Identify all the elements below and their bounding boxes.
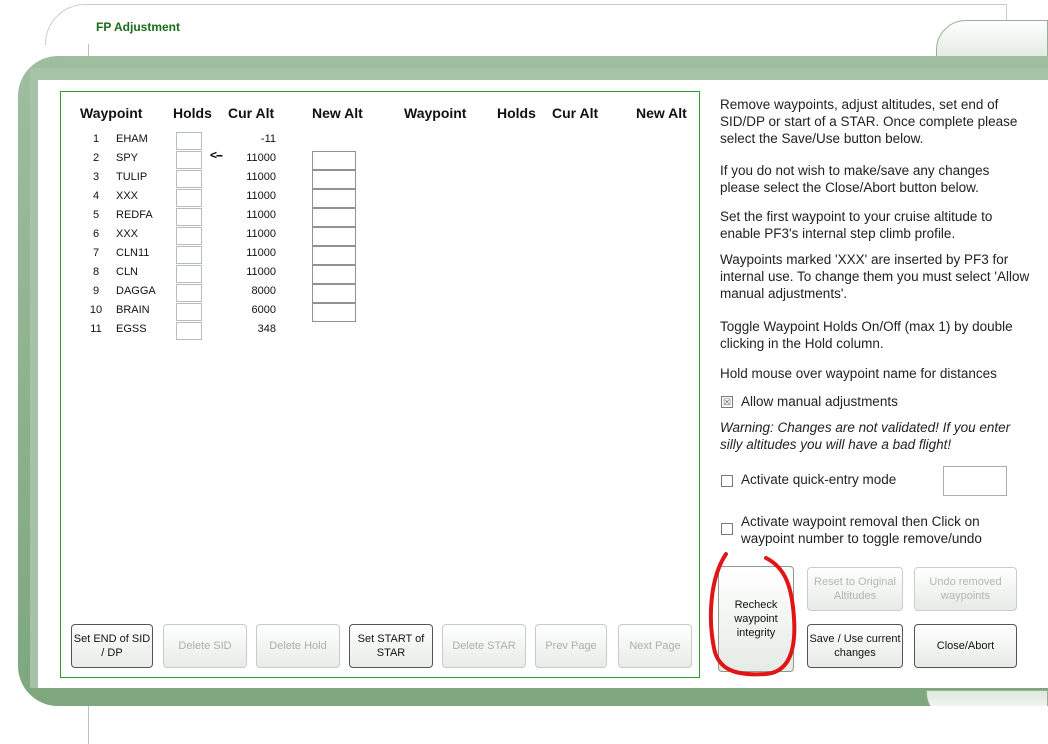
- current-altitude: 11000: [246, 171, 276, 183]
- delete-hold-button[interactable]: Delete Hold: [256, 624, 340, 668]
- reset-altitudes-button[interactable]: Reset to Original Altitudes: [807, 567, 903, 611]
- header-new-alt-2: New Alt: [636, 105, 687, 121]
- waypoint-number[interactable]: 9: [86, 285, 106, 297]
- delete-star-button[interactable]: Delete STAR: [442, 624, 526, 668]
- current-altitude: 348: [257, 323, 276, 335]
- new-altitude-input[interactable]: [312, 189, 356, 208]
- bottom-strip: [88, 706, 1048, 744]
- new-altitude-input[interactable]: [312, 246, 356, 265]
- info-text-3: Set the first waypoint to your cruise al…: [720, 209, 993, 241]
- waypoint-name[interactable]: CLN: [116, 266, 138, 278]
- title-tab: [45, 4, 1007, 45]
- info-text-6: Hold mouse over waypoint name for distan…: [720, 366, 997, 381]
- allow-manual-label[interactable]: Allow manual adjustments: [741, 393, 1021, 410]
- delete-sid-button[interactable]: Delete SID: [163, 624, 247, 668]
- header-cur-alt-2: Cur Alt: [552, 105, 599, 121]
- hold-cell[interactable]: [176, 265, 202, 283]
- current-waypoint-arrow: <--: [210, 148, 223, 162]
- current-altitude: 11000: [246, 190, 276, 202]
- new-altitude-input[interactable]: [312, 303, 356, 322]
- header-holds-2: Holds: [497, 105, 536, 121]
- waypoint-number[interactable]: 2: [86, 152, 106, 164]
- waypoint-number[interactable]: 7: [86, 247, 106, 259]
- info-text-5: Toggle Waypoint Holds On/Off (max 1) by …: [720, 319, 1013, 351]
- quick-entry-input[interactable]: [943, 466, 1007, 496]
- current-altitude: -11: [260, 133, 276, 145]
- info-text-2: If you do not wish to make/save any chan…: [720, 163, 990, 195]
- waypoint-number[interactable]: 6: [86, 228, 106, 240]
- waypoint-name[interactable]: REDFA: [116, 209, 153, 221]
- waypoint-number[interactable]: 1: [86, 133, 106, 145]
- header-cur-alt: Cur Alt: [228, 105, 275, 121]
- new-altitude-input[interactable]: [312, 208, 356, 227]
- hold-cell[interactable]: [176, 132, 202, 150]
- current-altitude: 11000: [246, 247, 276, 259]
- waypoint-number[interactable]: 11: [86, 323, 106, 335]
- current-altitude: 11000: [246, 152, 276, 164]
- current-altitude: 11000: [246, 228, 276, 240]
- hold-cell[interactable]: [176, 208, 202, 226]
- new-altitude-input[interactable]: [312, 265, 356, 284]
- waypoint-name[interactable]: EGSS: [116, 323, 147, 335]
- allow-manual-checkbox[interactable]: ☒: [721, 396, 733, 408]
- hold-cell[interactable]: [176, 170, 202, 188]
- waypoint-table: [60, 91, 700, 678]
- current-altitude: 8000: [251, 285, 276, 297]
- next-page-button[interactable]: Next Page: [618, 624, 692, 668]
- waypoint-name[interactable]: CLN11: [116, 247, 149, 259]
- new-altitude-input[interactable]: [312, 170, 356, 189]
- hold-cell[interactable]: [176, 151, 202, 169]
- waypoint-name[interactable]: BRAIN: [116, 304, 150, 316]
- hold-cell[interactable]: [176, 227, 202, 245]
- hold-cell[interactable]: [176, 322, 202, 340]
- hold-cell[interactable]: [176, 189, 202, 207]
- waypoint-name[interactable]: EHAM: [116, 133, 148, 145]
- save-use-button[interactable]: Save / Use current changes: [807, 624, 903, 668]
- hold-cell[interactable]: [176, 284, 202, 302]
- waypoint-name[interactable]: TULIP: [116, 171, 147, 183]
- waypoint-number[interactable]: 5: [86, 209, 106, 221]
- header-waypoint: Waypoint: [80, 105, 143, 121]
- hold-cell[interactable]: [176, 303, 202, 321]
- header-waypoint-2: Waypoint: [404, 105, 467, 121]
- info-text-1: Remove waypoints, adjust altitudes, set …: [720, 97, 1018, 146]
- close-abort-button[interactable]: Close/Abort: [914, 624, 1017, 668]
- current-altitude: 6000: [251, 304, 276, 316]
- waypoint-name[interactable]: XXX: [116, 228, 138, 240]
- waypoint-name[interactable]: SPY: [116, 152, 138, 164]
- red-annotation-circle: [708, 552, 797, 677]
- new-altitude-input[interactable]: [312, 284, 356, 303]
- undo-removed-button[interactable]: Undo removed waypoints: [914, 567, 1017, 611]
- waypoint-removal-label[interactable]: Activate waypoint removal then Click on …: [741, 513, 1021, 547]
- new-altitude-input[interactable]: [312, 151, 356, 170]
- set-start-star-button[interactable]: Set START of STAR: [349, 624, 433, 668]
- current-altitude: 11000: [246, 266, 276, 278]
- header-holds: Holds: [173, 105, 212, 121]
- waypoint-number[interactable]: 3: [86, 171, 106, 183]
- quick-entry-label[interactable]: Activate quick-entry mode: [741, 471, 941, 488]
- waypoint-number[interactable]: 4: [86, 190, 106, 202]
- info-text-4: Waypoints marked 'XXX' are inserted by P…: [720, 252, 1030, 301]
- waypoint-removal-checkbox[interactable]: [721, 523, 733, 535]
- prev-page-button[interactable]: Prev Page: [535, 624, 607, 668]
- waypoint-number[interactable]: 8: [86, 266, 106, 278]
- window-title: FP Adjustment: [96, 20, 181, 34]
- quick-entry-checkbox[interactable]: [721, 475, 733, 487]
- top-strip: [88, 44, 1048, 56]
- waypoint-name[interactable]: DAGGA: [116, 285, 156, 297]
- waypoint-number[interactable]: 10: [86, 304, 106, 316]
- new-altitude-input[interactable]: [312, 227, 356, 246]
- hold-cell[interactable]: [176, 246, 202, 264]
- set-end-sid-button[interactable]: Set END of SID / DP: [71, 624, 153, 668]
- header-new-alt: New Alt: [312, 105, 363, 121]
- current-altitude: 11000: [246, 209, 276, 221]
- warning-text: Warning: Changes are not validated! If y…: [720, 420, 1011, 452]
- waypoint-name[interactable]: XXX: [116, 190, 138, 202]
